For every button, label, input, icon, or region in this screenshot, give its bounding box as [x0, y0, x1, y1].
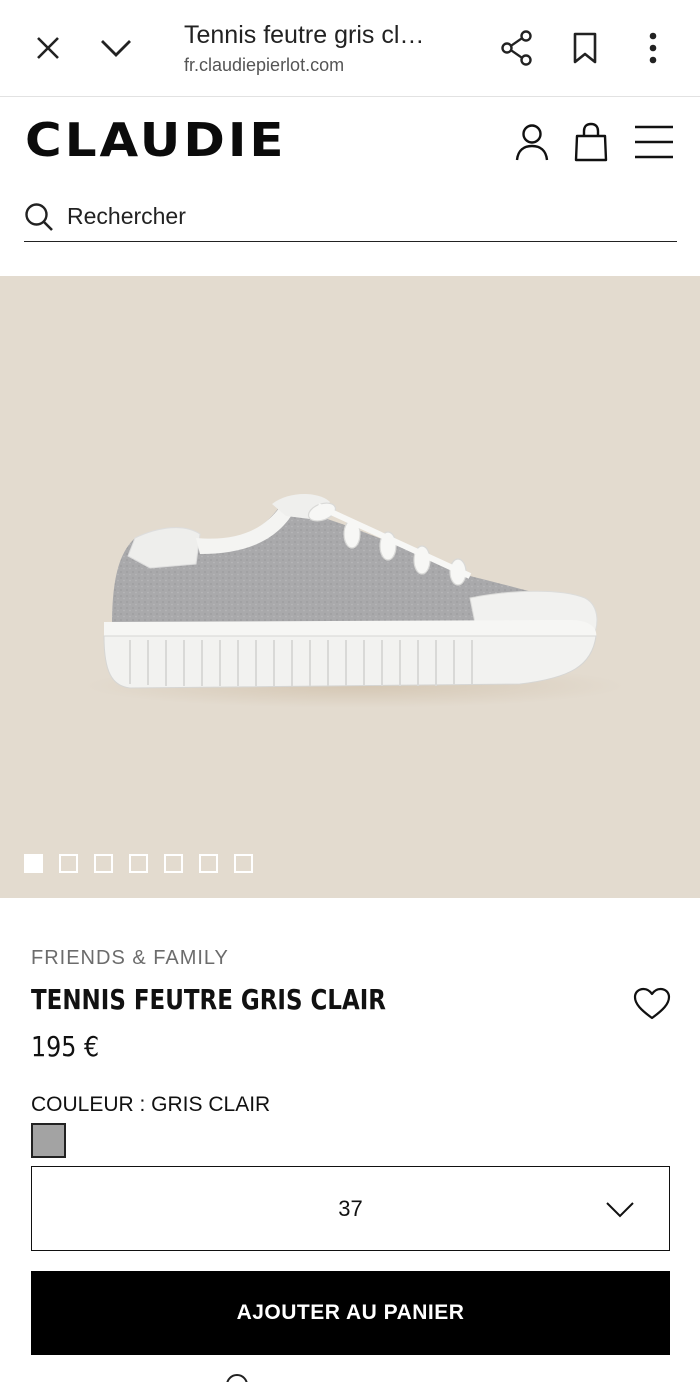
chevron-down-icon[interactable] — [92, 26, 140, 70]
partial-icon — [226, 1374, 248, 1382]
carousel-dot[interactable] — [234, 854, 253, 873]
browser-toolbar: Tennis feutre gris cl… fr.claudiepierlot… — [0, 0, 700, 97]
close-icon[interactable] — [24, 26, 72, 70]
color-label: COULEUR : GRIS CLAIR — [31, 1093, 271, 1116]
carousel-indicators — [24, 854, 253, 873]
page-url: fr.claudiepierlot.com — [184, 55, 345, 75]
size-select[interactable]: 37 — [31, 1166, 670, 1251]
carousel-dot[interactable] — [59, 854, 78, 873]
shopping-bag-icon[interactable] — [566, 118, 616, 166]
heart-icon[interactable] — [630, 984, 674, 1024]
share-icon[interactable] — [494, 26, 540, 70]
search-placeholder: Rechercher — [67, 203, 186, 229]
carousel-dot[interactable] — [129, 854, 148, 873]
hamburger-menu-icon[interactable] — [628, 118, 680, 166]
sneaker-image — [85, 494, 625, 708]
product-collection: FRIENDS & FAMILY — [31, 947, 229, 969]
address-area[interactable]: Tennis feutre gris cl… fr.claudiepierlot… — [184, 18, 474, 78]
carousel-dot[interactable] — [94, 854, 113, 873]
search-input[interactable]: Rechercher — [24, 192, 677, 242]
user-icon[interactable] — [508, 118, 556, 166]
search-icon — [24, 201, 56, 233]
carousel-dot[interactable] — [24, 854, 43, 873]
carousel-dot[interactable] — [199, 854, 218, 873]
more-vert-icon[interactable] — [630, 26, 676, 70]
product-title: TENNIS FEUTRE GRIS CLAIR — [31, 983, 386, 1016]
chevron-down-icon — [606, 1202, 634, 1218]
size-value: 37 — [338, 1195, 363, 1221]
carousel-dot[interactable] — [164, 854, 183, 873]
bookmark-icon[interactable] — [562, 26, 608, 70]
site-logo[interactable]: CLAUDIE — [25, 112, 287, 169]
add-to-cart-button[interactable]: AJOUTER AU PANIER — [31, 1271, 670, 1355]
tab-title: Tennis feutre gris cl… — [184, 21, 425, 49]
product-price: 195 € — [31, 1030, 100, 1063]
color-swatch[interactable] — [31, 1123, 66, 1158]
product-image-gallery[interactable] — [0, 276, 700, 898]
